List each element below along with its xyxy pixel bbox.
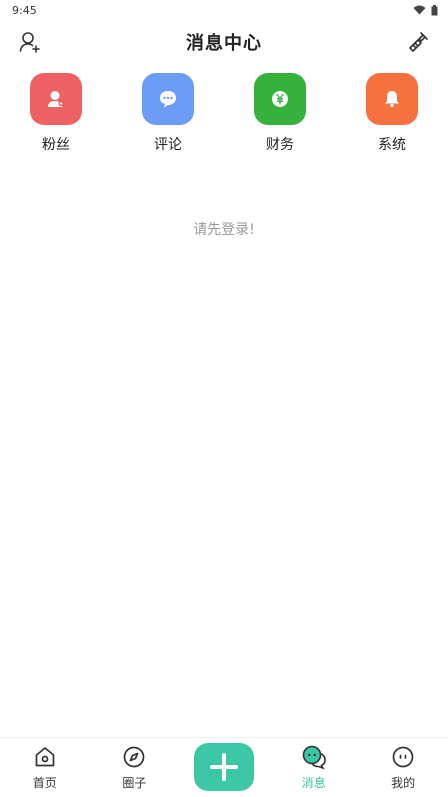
tab-profile-label: 我的: [391, 776, 416, 790]
category-finance-label: 财务: [266, 137, 294, 153]
tab-messages[interactable]: 消息: [269, 738, 359, 797]
category-finance-tile: [254, 73, 306, 125]
tab-home[interactable]: 首页: [0, 738, 90, 797]
category-comment-tile: [142, 73, 194, 125]
tab-home-label: 首页: [32, 776, 57, 790]
tab-publish[interactable]: [179, 738, 269, 797]
status-bar: 9:45: [0, 0, 448, 20]
add-friend-button[interactable]: [16, 28, 44, 56]
tab-profile[interactable]: 我的: [358, 738, 448, 797]
category-system[interactable]: 系统: [336, 73, 448, 154]
message-categories: 粉丝 评论 财务 系统: [0, 73, 448, 154]
broom-icon: [409, 32, 428, 52]
finance-icon: [272, 91, 288, 107]
fans-icon: [48, 91, 64, 107]
battery-icon: [431, 4, 438, 15]
publish-button[interactable]: [193, 743, 254, 791]
wifi-icon: [413, 5, 426, 15]
category-fans-label: 粉丝: [42, 137, 70, 153]
category-finance[interactable]: 财务: [224, 73, 336, 154]
category-fans[interactable]: 粉丝: [0, 73, 112, 154]
tab-circle[interactable]: 圈子: [90, 738, 180, 797]
category-fans-tile: [30, 73, 82, 125]
category-comment-label: 评论: [154, 137, 182, 153]
comment-icon: [160, 91, 176, 108]
category-system-tile: [366, 73, 418, 125]
add-user-icon: [19, 32, 40, 53]
compass-icon: [124, 746, 145, 768]
category-system-label: 系统: [378, 137, 406, 153]
clear-messages-button[interactable]: [404, 28, 432, 56]
tab-circle-label: 圈子: [122, 776, 147, 790]
login-prompt: 请先登录!: [193, 222, 255, 238]
bottom-tab-bar: 首页 圈子 消息 我的: [0, 737, 448, 797]
plus-icon: [209, 753, 238, 781]
tab-messages-label: 消息: [301, 776, 326, 790]
header: 消息中心: [0, 24, 448, 60]
page-title: 消息中心: [186, 33, 262, 54]
profile-icon: [392, 746, 414, 768]
status-time: 9:45: [12, 3, 37, 17]
category-comment[interactable]: 评论: [112, 73, 224, 154]
message-icon: [302, 745, 326, 770]
bell-icon: [385, 91, 399, 108]
home-icon: [35, 747, 55, 767]
status-icons: [413, 4, 438, 16]
